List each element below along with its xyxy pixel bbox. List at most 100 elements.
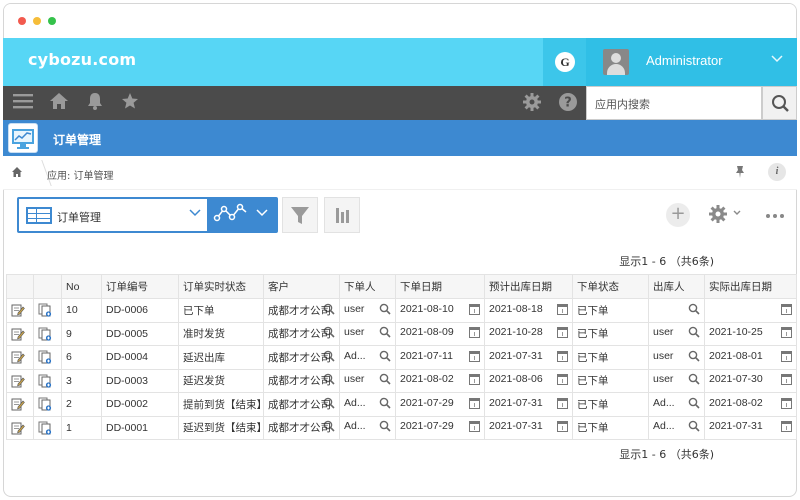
- calendar-icon[interactable]: [469, 303, 480, 318]
- cell-shipper: user: [648, 345, 705, 370]
- cell-order-state: 已下单: [572, 345, 649, 370]
- header-orderer[interactable]: 下单人: [339, 274, 396, 299]
- cell-order-date: 2021-07-11: [395, 345, 485, 370]
- calendar-icon[interactable]: [557, 326, 568, 341]
- menu-icon[interactable]: [13, 92, 33, 116]
- header-order-id[interactable]: 订单编号: [101, 274, 179, 299]
- maximize-window-dot[interactable]: [48, 17, 56, 25]
- view-selector[interactable]: 订单管理: [17, 197, 278, 233]
- gear-icon[interactable]: [708, 204, 728, 229]
- edit-record-icon[interactable]: [6, 298, 34, 323]
- edit-record-icon[interactable]: [6, 321, 34, 346]
- edit-record-icon[interactable]: [6, 368, 34, 393]
- lookup-icon[interactable]: [379, 326, 391, 341]
- cell-order-date-text: 2021-07-11: [400, 349, 453, 362]
- cell-order-id: DD-0005: [101, 321, 179, 346]
- calendar-icon[interactable]: [469, 350, 480, 365]
- table-row[interactable]: 2 DD-0002 提前到货【结束】 成都才才公司 Ad... 2021-07-29 202…: [6, 392, 797, 417]
- cell-orderer: Ad...: [339, 345, 396, 370]
- info-icon[interactable]: i: [768, 163, 786, 181]
- lookup-icon[interactable]: [688, 350, 700, 365]
- calendar-icon[interactable]: [781, 350, 792, 365]
- gear-icon[interactable]: [522, 92, 542, 118]
- copy-record-icon[interactable]: [33, 392, 62, 417]
- table-row[interactable]: 9 DD-0005 准时发货 成都才才公司 user 2021-08-09 2021-10-…: [6, 321, 797, 346]
- breadcrumb-item-app[interactable]: 应用: 订单管理: [47, 167, 114, 182]
- search-input[interactable]: 应用内搜索: [586, 86, 762, 120]
- chevron-down-icon[interactable]: [733, 209, 741, 218]
- star-icon[interactable]: [121, 92, 139, 116]
- lookup-icon[interactable]: [379, 420, 391, 435]
- header-shipper[interactable]: 出库人: [648, 274, 705, 299]
- copy-record-icon[interactable]: [33, 345, 62, 370]
- calendar-icon[interactable]: [557, 303, 568, 318]
- calendar-icon[interactable]: [469, 420, 480, 435]
- chart-button[interactable]: [324, 197, 360, 233]
- add-record-button[interactable]: +: [666, 203, 690, 227]
- user-menu[interactable]: Administrator: [586, 38, 797, 86]
- edit-record-icon[interactable]: [6, 415, 34, 440]
- username: Administrator: [646, 53, 723, 68]
- more-options-icon[interactable]: [765, 204, 785, 223]
- cell-shipper-text: user: [653, 349, 674, 362]
- copy-record-icon[interactable]: [33, 415, 62, 440]
- cell-order-state: 已下单: [572, 298, 649, 323]
- table-row[interactable]: 6 DD-0004 延迟出库 成都才才公司 Ad... 2021-07-11 2021-07…: [6, 345, 797, 370]
- search-button[interactable]: [762, 86, 797, 120]
- service-switcher[interactable]: G: [543, 38, 586, 86]
- home-icon[interactable]: [49, 92, 69, 116]
- header-status[interactable]: 订单实时状态: [178, 274, 264, 299]
- calendar-icon[interactable]: [469, 373, 480, 388]
- calendar-icon[interactable]: [781, 303, 792, 318]
- calendar-icon[interactable]: [781, 397, 792, 412]
- calendar-icon[interactable]: [469, 397, 480, 412]
- help-icon[interactable]: ?: [558, 92, 578, 118]
- calendar-icon[interactable]: [557, 373, 568, 388]
- header-order-state[interactable]: 下单状态: [572, 274, 649, 299]
- calendar-icon[interactable]: [469, 326, 480, 341]
- cell-eta-text: 2021-10-28: [489, 326, 543, 339]
- header-eta[interactable]: 预计出库日期: [484, 274, 573, 299]
- calendar-icon[interactable]: [781, 373, 792, 388]
- filter-button[interactable]: [282, 197, 318, 233]
- lookup-icon[interactable]: [688, 303, 700, 318]
- calendar-icon[interactable]: [781, 420, 792, 435]
- header-customer[interactable]: 客户: [263, 274, 340, 299]
- copy-record-icon[interactable]: [33, 298, 62, 323]
- lookup-icon[interactable]: [688, 373, 700, 388]
- edit-record-icon[interactable]: [6, 345, 34, 370]
- calendar-icon[interactable]: [557, 397, 568, 412]
- brand-logo[interactable]: cybozu.com: [28, 50, 136, 69]
- calendar-icon[interactable]: [557, 420, 568, 435]
- pin-icon[interactable]: [734, 165, 746, 182]
- table-row[interactable]: 10 DD-0006 已下单 成都才才公司 user 2021-08-10 2021-08-…: [6, 298, 797, 323]
- calendar-icon[interactable]: [781, 326, 792, 341]
- lookup-icon[interactable]: [688, 420, 700, 435]
- cell-orderer-text: Ad...: [344, 396, 366, 409]
- graph-view-button[interactable]: [207, 197, 278, 233]
- app-header: 订单管理: [3, 120, 797, 156]
- table-row[interactable]: 1 DD-0001 延迟到货【结束】 成都才才公司 Ad... 2021-07-29 202…: [6, 415, 797, 440]
- lookup-icon[interactable]: [379, 303, 391, 318]
- home-icon[interactable]: [11, 166, 23, 181]
- copy-record-icon[interactable]: [33, 321, 62, 346]
- lookup-icon[interactable]: [379, 397, 391, 412]
- header-order-date[interactable]: 下单日期: [395, 274, 485, 299]
- lookup-icon[interactable]: [379, 373, 391, 388]
- cell-shipper: user: [648, 368, 705, 393]
- edit-record-icon[interactable]: [6, 392, 34, 417]
- table-row[interactable]: 3 DD-0003 延迟发货 成都才才公司 user 2021-08-02 2021-08-…: [6, 368, 797, 393]
- minimize-window-dot[interactable]: [33, 17, 41, 25]
- copy-record-icon[interactable]: [33, 368, 62, 393]
- chevron-down-icon: [189, 207, 201, 220]
- header-no[interactable]: No: [61, 274, 102, 299]
- close-window-dot[interactable]: [18, 17, 26, 25]
- cell-orderer: Ad...: [339, 415, 396, 440]
- lookup-icon[interactable]: [688, 326, 700, 341]
- lookup-icon[interactable]: [379, 350, 391, 365]
- lookup-icon[interactable]: [688, 397, 700, 412]
- bell-icon[interactable]: [86, 92, 104, 116]
- calendar-icon[interactable]: [557, 350, 568, 365]
- header-ship-date[interactable]: 实际出库日期: [704, 274, 797, 299]
- cell-shipper: Ad...: [648, 415, 705, 440]
